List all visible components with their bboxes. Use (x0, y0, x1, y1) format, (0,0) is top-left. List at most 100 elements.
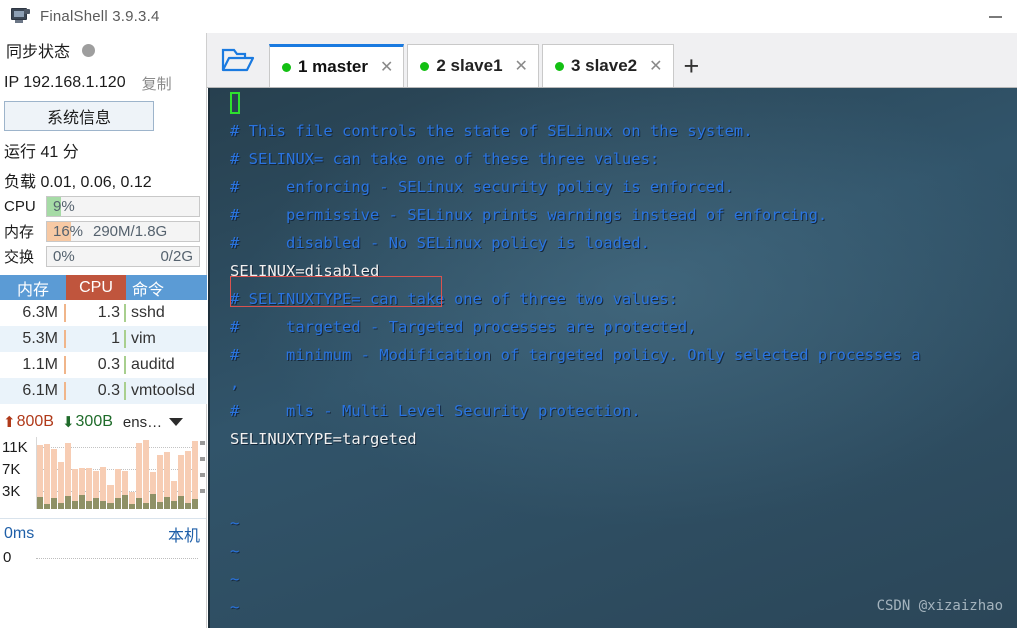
memory-meter-value: 16% (53, 223, 84, 240)
table-row[interactable]: 1.1M 0.3 auditd (0, 352, 207, 378)
latency-chart: 0 (0, 549, 206, 571)
sync-status-label: 同步状态 (6, 44, 71, 61)
table-row[interactable]: 6.3M 1.3 sshd (0, 300, 207, 326)
chart-bar-upload (100, 467, 107, 501)
chart-bar (142, 440, 149, 509)
memory-meter-row: 内存 16% 290M/1.8G (0, 219, 206, 244)
close-icon[interactable]: ✕ (380, 57, 393, 77)
sidebar: 同步状态 IP 192.168.1.120 复制 系统信息 运行 41 分 负载… (0, 33, 207, 628)
cpu-meter-label: CPU (4, 198, 36, 215)
column-header-command[interactable]: 命令 (126, 275, 207, 300)
chevron-down-icon[interactable] (169, 418, 184, 426)
chart-bar-download (142, 503, 149, 509)
finalshell-window: FinalShell 3.9.3.4 同步状态 IP 192.168.1.120… (0, 0, 1017, 628)
cell-memory: 6.3M (0, 304, 66, 322)
network-chart-plot (36, 437, 198, 509)
table-row[interactable]: 6.1M 0.3 vmtoolsd (0, 378, 207, 404)
terminal-line: # permissive - SELinux prints warnings i… (230, 206, 828, 224)
chart-bar (114, 469, 121, 509)
interface-selector[interactable]: ens… (123, 414, 162, 431)
chart-bar-download (44, 504, 51, 509)
chart-bar-download (93, 498, 100, 509)
terminal-line: ~ (230, 542, 240, 560)
chart-bar (72, 469, 79, 509)
chart-bar-upload (107, 485, 114, 503)
chart-bar-download (37, 497, 44, 509)
cell-cpu: 0.3 (66, 382, 126, 400)
latency-gridline (36, 558, 198, 559)
cpu-meter: 9% (46, 196, 200, 217)
latency-zero-label: 0 (3, 549, 12, 566)
tabs-container: 1 master ✕ 2 slave1 ✕ 3 slave2 ✕ (269, 44, 677, 87)
ytick-0: 11K (2, 439, 28, 456)
chart-bar (177, 455, 184, 509)
column-header-memory[interactable]: 内存 (0, 275, 66, 300)
minimize-icon (988, 15, 1002, 18)
upload-value: 800B (16, 413, 54, 430)
tab-bar: 1 master ✕ 2 slave1 ✕ 3 slave2 ✕ + (207, 33, 1017, 88)
plus-icon[interactable]: + (684, 53, 700, 80)
chart-bar (121, 471, 128, 509)
watermark: CSDN @xizaizhao (876, 598, 1003, 614)
sync-status-row: 同步状态 (0, 33, 206, 67)
tab-3-slave2[interactable]: 3 slave2 ✕ (541, 44, 674, 87)
window-controls (973, 0, 1017, 33)
app-title: FinalShell 3.9.3.4 (40, 8, 160, 25)
tab-1-master[interactable]: 1 master ✕ (269, 44, 405, 87)
chart-bar (37, 445, 44, 509)
ip-row: IP 192.168.1.120 复制 (0, 67, 206, 99)
tab-status-dot (554, 61, 564, 71)
chart-bar (86, 468, 93, 509)
tab-2-slave1[interactable]: 2 slave1 ✕ (407, 44, 539, 87)
chart-bar-download (86, 501, 93, 509)
terminal-line: # disabled - No SELinux policy is loaded… (230, 234, 650, 252)
chart-bar-upload (142, 440, 149, 503)
table-row[interactable]: 5.3M 1 vim (0, 326, 207, 352)
network-chart: 11K 7K 3K (0, 437, 206, 515)
terminal-line: # This file controls the state of SELinu… (230, 122, 753, 140)
terminal-line: # SELINUX= can take one of these three v… (230, 150, 660, 168)
highlight-annotation-box (230, 276, 442, 307)
latency-row: 0ms 本机 (0, 518, 206, 548)
close-icon[interactable]: ✕ (515, 56, 528, 76)
terminal-left-edge (208, 88, 210, 628)
open-folder-icon[interactable] (207, 33, 269, 87)
latency-value: 0ms (4, 524, 35, 542)
chart-bar-upload (121, 471, 128, 495)
chart-bar-download (121, 495, 128, 509)
chart-bar (170, 481, 177, 509)
cell-cpu: 1 (66, 330, 126, 348)
chart-bar-upload (135, 443, 142, 498)
terminal-line: ~ (230, 514, 240, 532)
chart-bar-upload (93, 471, 100, 498)
system-info-button[interactable]: 系统信息 (4, 101, 154, 131)
network-summary-row: ⬆ 800B ⬇ 300B ens… (0, 409, 206, 435)
close-icon[interactable]: ✕ (649, 56, 662, 76)
terminal-line: # mls - Multi Level Security protection. (230, 402, 641, 420)
swap-meter-detail: 0/2G (160, 248, 193, 265)
ip-address: IP 192.168.1.120 (4, 74, 126, 91)
cell-cpu: 1.3 (66, 304, 126, 322)
ytick-1: 7K (2, 461, 21, 478)
arrow-down-icon: ⬇ (61, 414, 75, 431)
tab-label: 2 slave1 (436, 56, 503, 75)
tab-status-dot (282, 62, 291, 72)
swap-meter-label: 交换 (4, 249, 35, 266)
latency-host[interactable]: 本机 (168, 522, 200, 546)
chart-bar (135, 443, 142, 509)
column-header-cpu[interactable]: CPU (66, 275, 126, 300)
chart-bar-download (149, 494, 156, 509)
minimize-button[interactable] (973, 0, 1017, 33)
chart-bar (156, 455, 163, 509)
cpu-meter-row: CPU 9% (0, 194, 206, 219)
chart-bar (184, 451, 192, 509)
terminal-line: # targeted - Targeted processes are prot… (230, 318, 697, 336)
chart-bar (44, 444, 51, 509)
copy-button[interactable]: 复制 (142, 73, 172, 94)
tab-label: 3 slave2 (570, 56, 638, 75)
terminal-pane[interactable]: # This file controls the state of SELinu… (208, 88, 1017, 628)
download-stat: ⬇ 300B (62, 413, 113, 431)
chart-bar-download (65, 496, 72, 509)
chart-bar-upload (79, 468, 86, 495)
chart-bar (79, 468, 86, 509)
